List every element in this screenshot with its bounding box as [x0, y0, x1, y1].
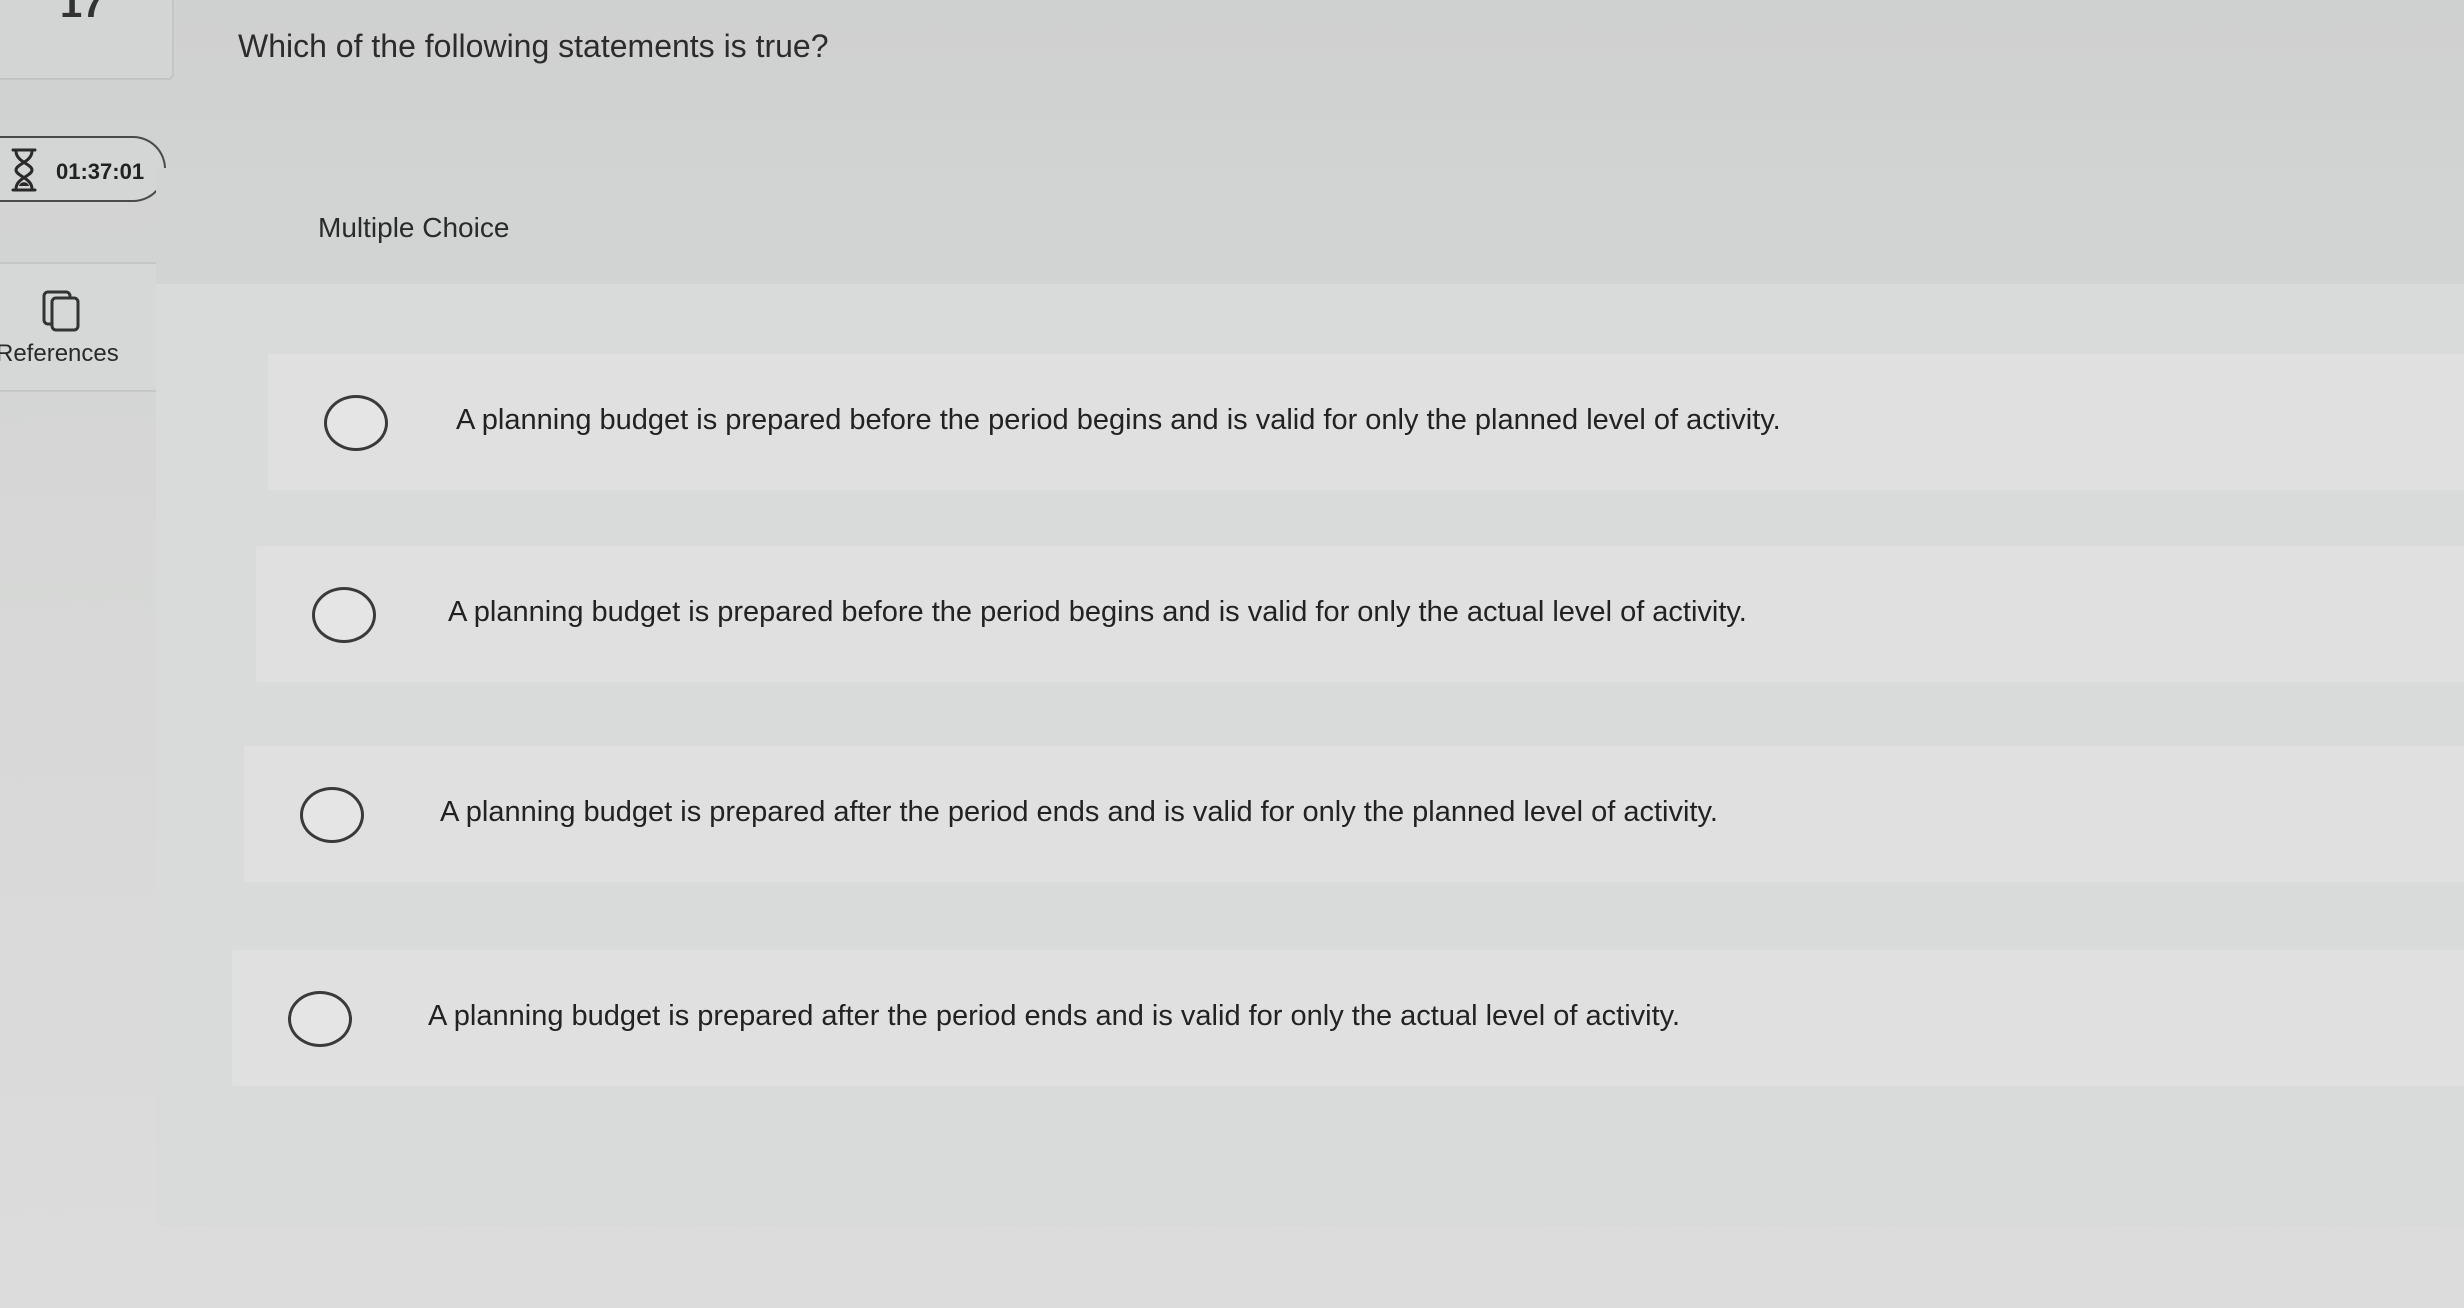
timer[interactable]: 01:37:01	[0, 136, 166, 202]
answer-panel-header: Multiple Choice	[156, 168, 2464, 284]
answer-option[interactable]: A planning budget is prepared after the …	[244, 746, 2464, 882]
question-number: 17	[60, 0, 105, 26]
answer-option-text: A planning budget is prepared before the…	[456, 404, 1781, 436]
answer-option[interactable]: A planning budget is prepared before the…	[268, 354, 2464, 490]
answer-option[interactable]: A planning budget is prepared after the …	[232, 950, 2464, 1086]
hourglass-icon	[11, 148, 37, 192]
answer-option[interactable]: A planning budget is prepared before the…	[256, 546, 2464, 682]
radio-button[interactable]	[300, 787, 364, 843]
references-button[interactable]: References	[0, 262, 160, 392]
timer-value: 01:37:01	[56, 159, 145, 184]
references-icon	[42, 290, 80, 332]
answer-option-text: A planning budget is prepared after the …	[428, 1000, 1681, 1032]
radio-button[interactable]	[312, 587, 376, 643]
question-text: Which of the following statements is tru…	[238, 28, 829, 64]
references-label: References	[0, 340, 119, 367]
radio-button[interactable]	[324, 395, 388, 451]
radio-button[interactable]	[288, 991, 352, 1047]
answer-option-text: A planning budget is prepared after the …	[440, 796, 1718, 828]
answer-option-text: A planning budget is prepared before the…	[448, 596, 1747, 628]
question-type-label: Multiple Choice	[318, 212, 510, 243]
question-number-box: 17	[0, 0, 174, 80]
